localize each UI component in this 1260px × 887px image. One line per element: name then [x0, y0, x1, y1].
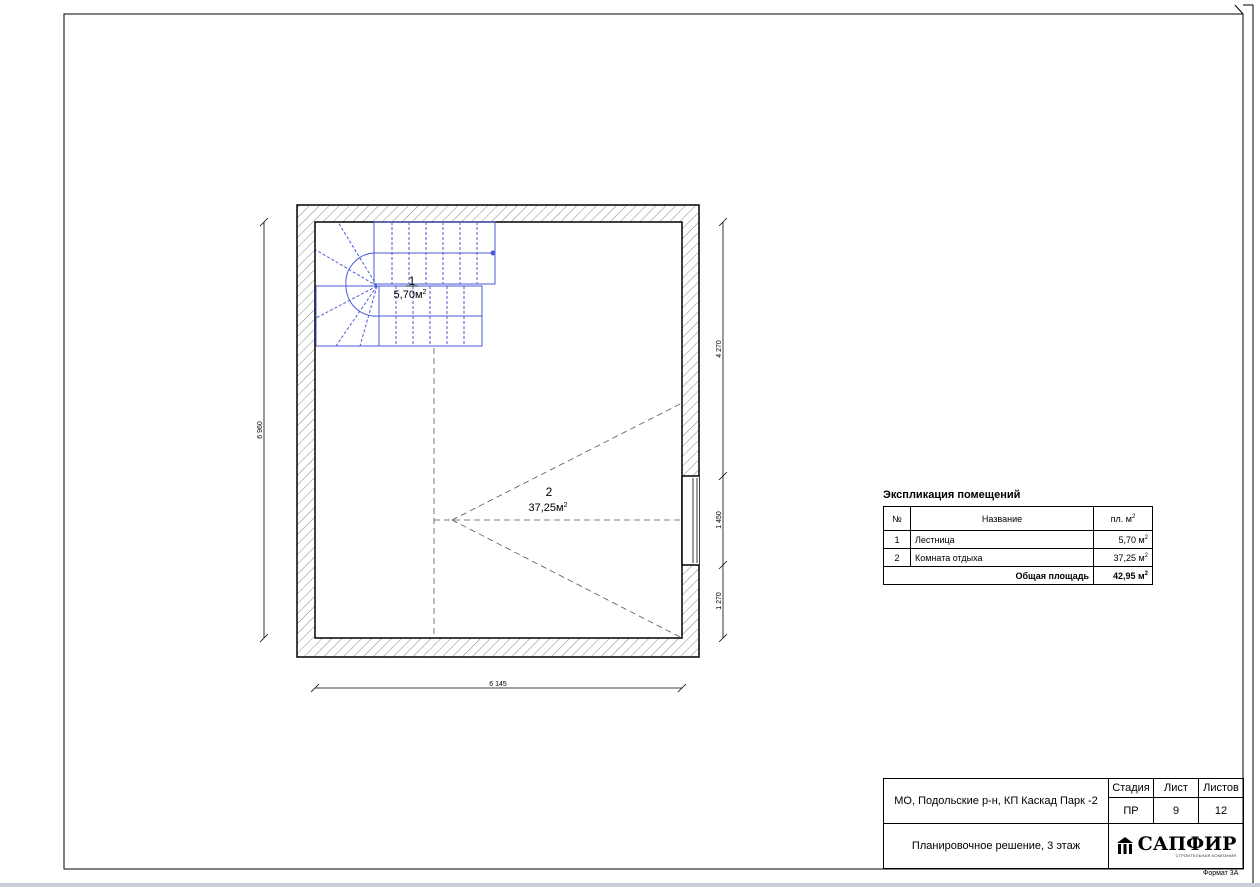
format-label: Формат 3А	[1203, 870, 1239, 877]
window-opening	[682, 476, 699, 565]
dimension-right	[718, 217, 728, 643]
col-header-name: Название	[910, 506, 1094, 531]
exterior-walls	[296, 204, 700, 658]
drawing-title: Планировочное решение, 3 этаж	[883, 823, 1109, 869]
floor-plan-drawing: 1 5,70м2 2 37,25м2 6 960 6 145 4 270 1 4…	[63, 4, 1254, 887]
explication-title: Экспликация помещений	[883, 489, 1021, 501]
sheet-label: Лист	[1153, 778, 1199, 798]
sheets-label: Листов	[1198, 778, 1244, 798]
room-2-label: 2 37,25м2	[529, 485, 568, 514]
room-2-number: 2	[546, 485, 553, 499]
staircase	[315, 221, 496, 347]
room-1-label: 1 5,70м2	[394, 274, 427, 301]
sheet-value: 9	[1153, 797, 1199, 824]
col-header-num: №	[883, 506, 911, 531]
sheets-value: 12	[1198, 797, 1244, 824]
explication-table: № Название пл. м2 1 Лестница 5,70 м2 2 К…	[883, 506, 1153, 585]
dimension-bottom-value: 6 145	[489, 681, 507, 688]
dimension-right-top-value: 4 270	[716, 340, 723, 358]
explication-block: Экспликация помещений № Название пл. м2 …	[883, 489, 1153, 585]
roof-slope-lines	[433, 348, 683, 639]
stage-value: ПР	[1108, 797, 1154, 824]
sheet-frame	[63, 13, 1244, 870]
svg-text:37,25м2: 37,25м2	[529, 502, 568, 514]
table-row: 2 Комната отдыха 37,25 м2	[883, 548, 1153, 567]
bottom-scrollbar-strip	[0, 883, 1260, 887]
building-logo-icon	[1116, 837, 1133, 854]
explication-header-row: № Название пл. м2	[883, 506, 1153, 531]
total-row: Общая площадь 42,95 м2	[883, 566, 1153, 585]
col-header-area: пл. м2	[1093, 506, 1153, 531]
project-address: МО, Подольские р-н, КП Каскад Парк -2	[883, 778, 1109, 824]
dimension-right-mid-value: 1 450	[716, 511, 723, 529]
total-value: 42,95 м2	[1093, 566, 1153, 585]
title-block: МО, Подольские р-н, КП Каскад Парк -2 Ст…	[883, 778, 1244, 869]
logo-text: САПФИР	[1137, 832, 1237, 855]
company-logo: САПФИР СТРОИТЕЛЬНАЯ КОМПАНИЯ	[1108, 823, 1244, 869]
dimension-right-bottom-value: 1 270	[716, 592, 723, 610]
svg-text:5,70м2: 5,70м2	[394, 289, 427, 301]
dimension-left-value: 6 960	[257, 421, 264, 439]
stage-label: Стадия	[1108, 778, 1154, 798]
table-row: 1 Лестница 5,70 м2	[883, 530, 1153, 549]
room-1-area: 5,70м	[394, 289, 423, 301]
room-2-area: 37,25м	[529, 502, 564, 514]
total-label: Общая площадь	[883, 566, 1094, 585]
